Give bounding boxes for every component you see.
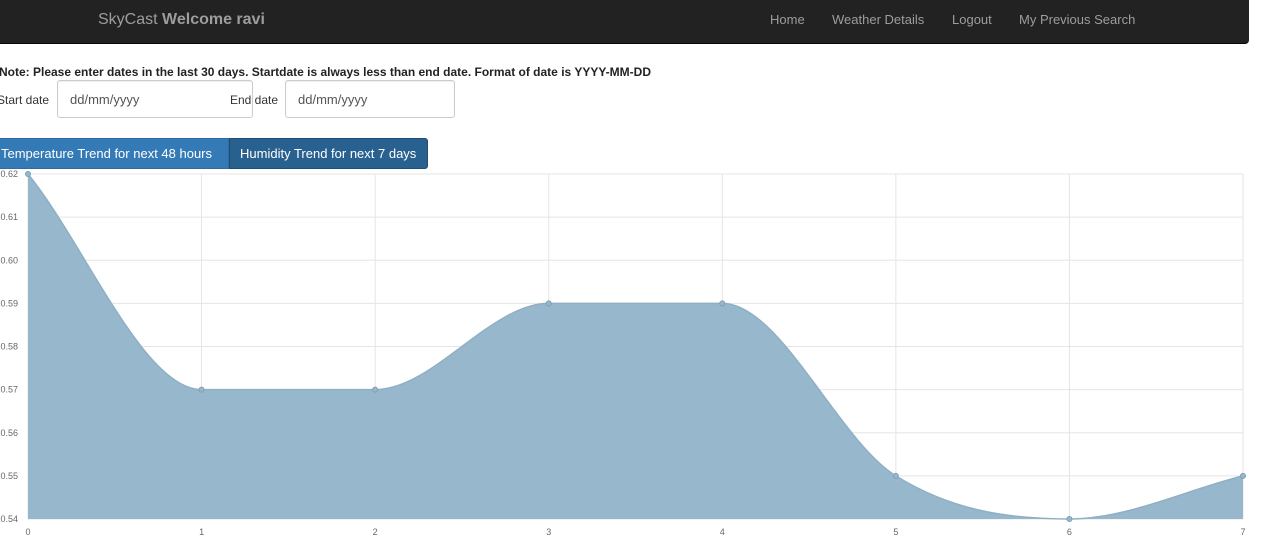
humidity-trend-button[interactable]: Humidity Trend for next 7 days xyxy=(229,138,428,169)
date-note: Note: Please enter dates in the last 30 … xyxy=(0,65,651,79)
data-point xyxy=(25,171,31,177)
y-tick-label: 0.57 xyxy=(0,385,18,395)
brand[interactable]: SkyCast Welcome ravi xyxy=(98,11,265,29)
data-point xyxy=(1240,472,1246,479)
x-tick-label: 7 xyxy=(1240,527,1245,537)
brand-name: SkyCast xyxy=(98,11,158,28)
start-date-input[interactable] xyxy=(57,80,253,118)
x-tick-label: 0 xyxy=(25,527,30,537)
x-tick-label: 1 xyxy=(199,527,204,537)
humidity-trend-chart: 0.54 0.55 0.56 0.57 0.58 0.59 0.60 0.61 0.62 0 1 2… xyxy=(0,169,1246,537)
y-tick-label: 0.55 xyxy=(0,471,18,481)
nav-link-previous-search[interactable]: My Previous Search xyxy=(1019,12,1135,27)
x-tick-label: 2 xyxy=(373,527,378,537)
end-date-label: End date xyxy=(230,93,279,107)
data-point xyxy=(892,472,899,479)
y-tick-label: 0.56 xyxy=(0,428,18,438)
y-tick-label: 0.60 xyxy=(0,255,18,265)
end-date-input[interactable] xyxy=(285,80,455,118)
x-tick-label: 6 xyxy=(1067,527,1072,537)
y-axis-ticks: 0.54 0.55 0.56 0.57 0.58 0.59 0.60 0.61 0.62 xyxy=(0,169,18,524)
welcome-user: Welcome ravi xyxy=(162,11,265,28)
navbar: SkyCast Welcome ravi Home Weather Detail… xyxy=(0,0,1249,44)
data-point xyxy=(1066,516,1073,522)
data-point xyxy=(198,386,205,393)
data-point xyxy=(545,300,552,307)
y-tick-label: 0.62 xyxy=(0,169,18,179)
x-tick-label: 5 xyxy=(893,527,898,537)
data-point xyxy=(372,386,379,393)
x-axis-ticks: 0 1 2 3 4 5 6 7 xyxy=(25,527,1245,537)
y-tick-label: 0.61 xyxy=(0,212,18,222)
temperature-trend-button[interactable]: Temperature Trend for next 48 hours xyxy=(0,138,229,169)
nav-link-weather-details[interactable]: Weather Details xyxy=(832,12,924,27)
x-tick-label: 3 xyxy=(546,527,551,537)
nav-link-logout[interactable]: Logout xyxy=(952,12,992,27)
y-tick-label: 0.54 xyxy=(0,514,18,524)
start-date-label: Start date xyxy=(0,93,50,107)
data-point xyxy=(719,300,726,307)
nav-link-home[interactable]: Home xyxy=(770,12,805,27)
y-tick-label: 0.58 xyxy=(0,342,18,352)
y-tick-label: 0.59 xyxy=(0,298,18,308)
x-tick-label: 4 xyxy=(720,527,725,537)
